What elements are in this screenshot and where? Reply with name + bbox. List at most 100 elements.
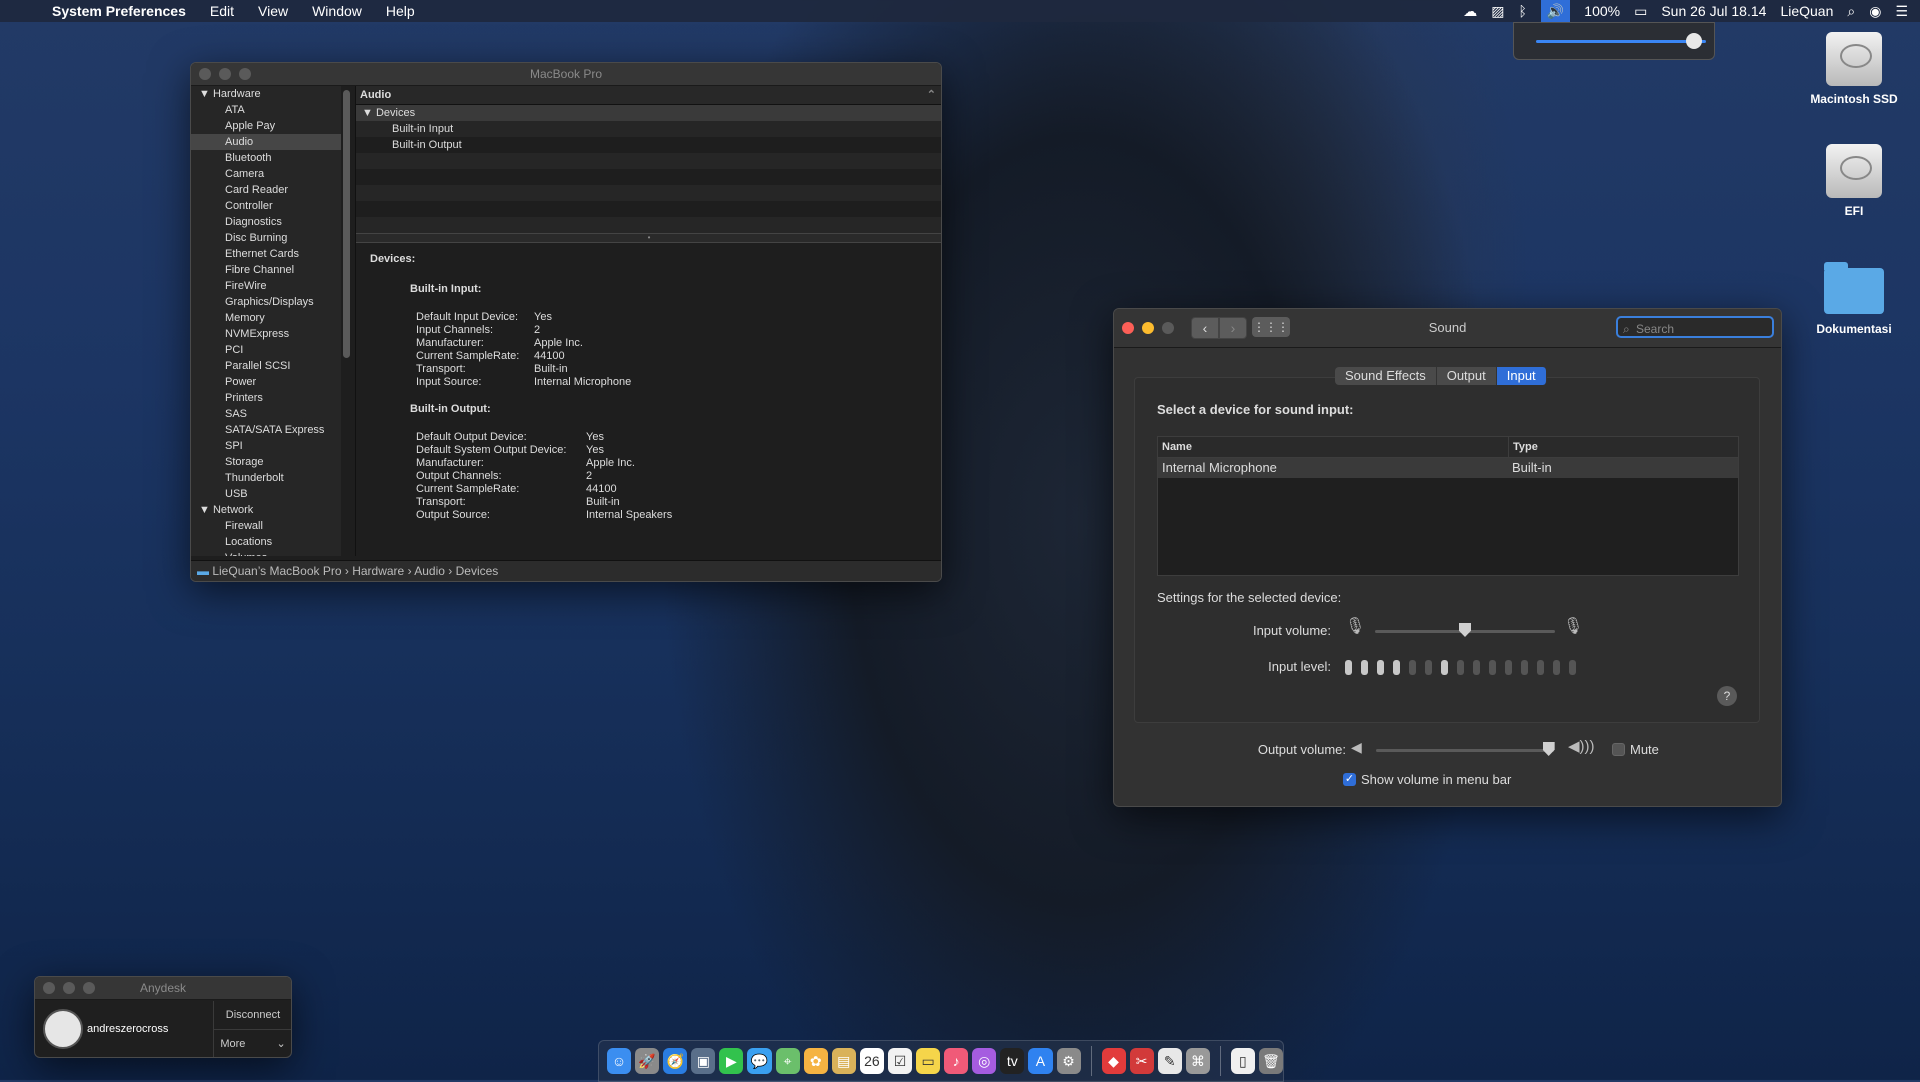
document-icon[interactable]: ▯ <box>1230 1048 1255 1074</box>
menu-help[interactable]: Help <box>386 3 415 19</box>
sidebar-item-thunderbolt[interactable]: Thunderbolt <box>191 470 341 486</box>
close-button[interactable] <box>43 982 55 994</box>
sidebar-item-camera[interactable]: Camera <box>191 166 341 182</box>
appstore-icon[interactable]: A <box>1028 1048 1053 1074</box>
disconnect-button[interactable]: Disconnect <box>213 1001 291 1029</box>
photo-booth-icon[interactable]: ✂ <box>1129 1048 1154 1074</box>
clock[interactable]: Sun 26 Jul 18.14 <box>1661 3 1766 19</box>
sidebar-item-card-reader[interactable]: Card Reader <box>191 182 341 198</box>
search-input[interactable]: ⌕ Search <box>1616 316 1774 338</box>
menu-edit[interactable]: Edit <box>210 3 234 19</box>
sidebar-item-power[interactable]: Power <box>191 374 341 390</box>
tab-input[interactable]: Input <box>1496 367 1547 385</box>
window-titlebar[interactable]: Anydesk <box>35 977 291 1000</box>
launchpad-icon[interactable]: 🚀 <box>635 1048 660 1074</box>
anydesk-icon[interactable]: ◆ <box>1101 1048 1126 1074</box>
window-titlebar[interactable]: ‹ › ⋮⋮⋮ Sound ⌕ Search <box>1114 309 1781 348</box>
column-header[interactable]: Audio ⌃ <box>356 86 941 105</box>
sidebar-item-diagnostics[interactable]: Diagnostics <box>191 214 341 230</box>
split-view-divider[interactable]: • <box>356 233 941 243</box>
sidebar-item-memory[interactable]: Memory <box>191 310 341 326</box>
forward-chevron-icon[interactable]: › <box>1219 317 1247 339</box>
sidebar-group-network[interactable]: ▼ Network <box>191 502 341 518</box>
volume-slider-knob[interactable] <box>1686 33 1702 49</box>
system-preferences-icon[interactable]: ⚙ <box>1056 1048 1081 1074</box>
spotlight-search-icon[interactable]: ⌕ <box>1847 3 1855 20</box>
finder-icon[interactable]: ☺ <box>607 1048 632 1074</box>
sidebar-item-controller[interactable]: Controller <box>191 198 341 214</box>
desktop-icon-macintosh-ssd[interactable]: Macintosh SSD <box>1799 32 1909 106</box>
activity-monitor-icon[interactable]: ▨ <box>1491 3 1504 20</box>
desktop-icon-dokumentasi[interactable]: Dokumentasi <box>1799 262 1909 336</box>
show-volume-checkbox[interactable]: ✓ <box>1343 773 1356 786</box>
calendar-icon[interactable]: 26 <box>859 1048 884 1074</box>
sidebar-item-disc-burning[interactable]: Disc Burning <box>191 230 341 246</box>
music-icon[interactable]: ♪ <box>944 1048 969 1074</box>
path-item[interactable]: Hardware <box>352 564 404 578</box>
sidebar-item-apple-pay[interactable]: Apple Pay <box>191 118 341 134</box>
sidebar-item-nvmexpress[interactable]: NVMExpress <box>191 326 341 342</box>
notification-center-icon[interactable]: ☰ <box>1895 3 1908 20</box>
sidebar-item-printers[interactable]: Printers <box>191 390 341 406</box>
siri-icon[interactable]: ◉ <box>1869 3 1881 20</box>
mute-checkbox[interactable] <box>1612 743 1625 756</box>
sidebar-item-fibre-channel[interactable]: Fibre Channel <box>191 262 341 278</box>
path-item[interactable]: LieQuan’s MacBook Pro <box>212 564 341 578</box>
sidebar-scrollbar[interactable] <box>343 90 350 358</box>
back-chevron-icon[interactable]: ‹ <box>1191 317 1219 339</box>
minimize-button[interactable] <box>219 68 231 80</box>
zoom-button[interactable] <box>239 68 251 80</box>
desktop-icon-efi[interactable]: EFI <box>1799 144 1909 218</box>
sidebar-item-pci[interactable]: PCI <box>191 342 341 358</box>
menu-app-name[interactable]: System Preferences <box>52 3 186 19</box>
menu-window[interactable]: Window <box>312 3 362 19</box>
volume-slider-track[interactable] <box>1536 40 1706 43</box>
photos-icon[interactable]: ✿ <box>803 1048 828 1074</box>
close-button[interactable] <box>199 68 211 80</box>
input-volume-knob[interactable] <box>1459 623 1471 637</box>
script-editor-icon[interactable]: ⌘ <box>1185 1048 1210 1074</box>
sidebar-item-usb[interactable]: USB <box>191 486 341 502</box>
zoom-button[interactable] <box>83 982 95 994</box>
zoom-button[interactable] <box>1162 322 1174 334</box>
table-row[interactable]: Internal Microphone Built-in <box>1158 458 1738 478</box>
tv-icon[interactable]: tv <box>1000 1048 1025 1074</box>
tree-item-built-in-input[interactable]: Built-in Input <box>356 121 941 137</box>
textedit-icon[interactable]: ✎ <box>1157 1048 1182 1074</box>
battery-icon[interactable]: ▭ <box>1634 3 1647 20</box>
volume-menu-icon[interactable]: 🔊 <box>1540 0 1571 22</box>
sidebar-item-parallel-scsi[interactable]: Parallel SCSI <box>191 358 341 374</box>
sidebar-item-volumes[interactable]: Volumes <box>191 550 341 556</box>
sidebar-item-audio[interactable]: Audio <box>191 134 341 150</box>
column-header-type[interactable]: Type <box>1509 437 1738 457</box>
minimize-button[interactable] <box>63 982 75 994</box>
sidebar-item-bluetooth[interactable]: Bluetooth <box>191 150 341 166</box>
window-titlebar[interactable]: MacBook Pro <box>191 63 941 86</box>
tree-item-built-in-output[interactable]: Built-in Output <box>356 137 941 153</box>
minimize-button[interactable] <box>1142 322 1154 334</box>
help-button[interactable]: ? <box>1717 686 1737 706</box>
battery-percent[interactable]: 100% <box>1584 3 1620 19</box>
path-item[interactable]: Audio <box>414 564 445 578</box>
tab-sound-effects[interactable]: Sound Effects <box>1335 367 1437 385</box>
reminders-icon[interactable]: ☑ <box>887 1048 913 1074</box>
output-volume-slider[interactable] <box>1376 749 1554 752</box>
maps-icon[interactable]: ⌖ <box>775 1048 800 1074</box>
messages-icon[interactable]: 💬 <box>747 1048 772 1074</box>
sidebar-item-sas[interactable]: SAS <box>191 406 341 422</box>
bluetooth-icon[interactable]: ᛒ <box>1518 3 1526 19</box>
more-button[interactable]: More ⌄ <box>213 1029 291 1057</box>
sidebar-item-storage[interactable]: Storage <box>191 454 341 470</box>
column-header-name[interactable]: Name <box>1158 437 1509 457</box>
cloud-icon[interactable]: ☁ <box>1463 3 1477 20</box>
notes-icon[interactable]: ▤ <box>831 1048 856 1074</box>
show-all-grid-icon[interactable]: ⋮⋮⋮ <box>1252 317 1290 337</box>
trash-icon[interactable]: 🗑 <box>1258 1048 1283 1074</box>
sidebar-item-graphics-displays[interactable]: Graphics/Displays <box>191 294 341 310</box>
safari-icon[interactable]: 🧭 <box>663 1048 688 1074</box>
sidebar-item-spi[interactable]: SPI <box>191 438 341 454</box>
sidebar-group-hardware[interactable]: ▼ Hardware <box>191 86 341 102</box>
output-volume-knob[interactable] <box>1542 742 1555 756</box>
close-button[interactable] <box>1122 322 1134 334</box>
sidebar-item-ethernet-cards[interactable]: Ethernet Cards <box>191 246 341 262</box>
